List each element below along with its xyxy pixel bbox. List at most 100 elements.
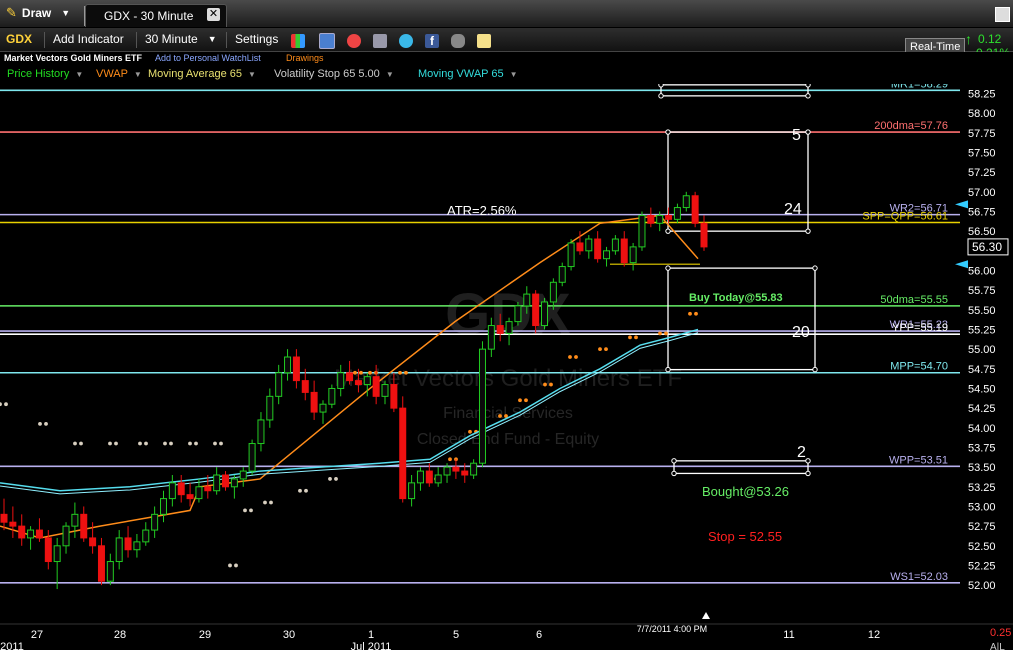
- box-24-annotation: 24: [784, 201, 802, 218]
- watermark: GDX Market Vectors Gold Miners ETF Finan…: [334, 282, 682, 448]
- box-handle[interactable]: [805, 129, 811, 135]
- box-handle[interactable]: [805, 458, 811, 464]
- box-handle[interactable]: [805, 470, 811, 477]
- box-handle[interactable]: [658, 84, 664, 88]
- stop-dot: [169, 441, 173, 446]
- symbol-input[interactable]: GDX: [6, 32, 32, 46]
- maximize-icon[interactable]: [995, 7, 1010, 22]
- candle: [168, 482, 176, 500]
- stop-dot: [228, 563, 232, 568]
- sticky-note-icon[interactable]: [477, 34, 491, 48]
- save-icon[interactable]: [319, 33, 335, 49]
- timeframe-select[interactable]: 30 Minute ▼: [145, 32, 217, 46]
- candle: [97, 545, 105, 582]
- stop-dot: [468, 429, 472, 434]
- box-handle[interactable]: [665, 366, 671, 373]
- close-icon[interactable]: ✕: [207, 8, 220, 21]
- stop-dot: [249, 508, 253, 513]
- stop-dot: [448, 457, 452, 462]
- box-handle[interactable]: [805, 228, 811, 234]
- candle: [381, 384, 389, 397]
- watermark-kind: Closed End Fund - Equity: [417, 431, 599, 448]
- price-chart[interactable]: GDX Market Vectors Gold Miners ETF Finan…: [0, 84, 1013, 650]
- candle: [532, 293, 540, 327]
- draw-menu[interactable]: ✎ Draw ▼: [6, 5, 70, 21]
- box-handle[interactable]: [658, 93, 664, 99]
- candle: [301, 380, 309, 393]
- chart-tab[interactable]: GDX - 30 Minute ✕: [85, 4, 227, 27]
- candle: [115, 537, 123, 563]
- candle: [133, 541, 141, 551]
- box-handle[interactable]: [812, 366, 818, 373]
- chevron-down-icon: ▼: [385, 70, 394, 79]
- candle: [159, 498, 167, 515]
- study-volatility-stop[interactable]: Volatility Stop 65 5.00 ▼: [274, 68, 394, 80]
- study-label: Price History: [7, 68, 70, 80]
- alarm-clock-icon[interactable]: [347, 34, 361, 48]
- y-tick-label: 54.75: [968, 364, 996, 376]
- copy-icon[interactable]: [373, 34, 387, 48]
- box-handle[interactable]: [665, 129, 671, 135]
- study-label: Moving VWAP 65: [418, 68, 504, 80]
- facebook-icon[interactable]: f: [425, 34, 439, 48]
- pencil-icon: ✎: [6, 5, 17, 20]
- level-label: 50dma=55.55: [880, 294, 948, 306]
- candle: [124, 537, 132, 551]
- candle: [673, 207, 681, 220]
- candle: [106, 561, 114, 582]
- stop-dot: [243, 508, 247, 513]
- candle: [80, 513, 88, 539]
- y-tick-label: 55.75: [968, 285, 996, 297]
- box-handle[interactable]: [665, 265, 671, 271]
- box-handle[interactable]: [671, 458, 677, 464]
- chevron-down-icon: ▼: [207, 34, 217, 44]
- study-vwap[interactable]: VWAP ▼: [96, 68, 142, 80]
- candle: [89, 537, 97, 547]
- study-price-history[interactable]: Price History ▼: [7, 68, 83, 80]
- twitter-icon[interactable]: [399, 34, 413, 48]
- binoculars-icon[interactable]: [451, 34, 465, 48]
- y-tick-label: 52.75: [968, 521, 996, 533]
- candle: [408, 482, 416, 500]
- cursor-time-label: 7/7/2011 4:00 PM: [637, 624, 707, 634]
- study-moving-average[interactable]: Moving Average 65 ▼: [148, 68, 256, 80]
- box-handle[interactable]: [812, 265, 818, 271]
- stop-dot: [163, 441, 167, 446]
- study-moving-vwap[interactable]: Moving VWAP 65 ▼: [418, 68, 518, 80]
- stop-dot: [194, 441, 198, 446]
- bar-chart-icon[interactable]: [291, 34, 305, 48]
- candle: [611, 238, 619, 252]
- y-tick-label: 57.25: [968, 167, 996, 179]
- stop-dot: [144, 441, 148, 446]
- candle: [177, 482, 185, 496]
- candle: [292, 356, 300, 382]
- stop-dot: [694, 311, 698, 316]
- stop-dot: [234, 563, 238, 568]
- y-tick-label: 55.00: [968, 344, 996, 356]
- box-handle[interactable]: [671, 470, 677, 477]
- y-tick-label: 52.00: [968, 580, 996, 592]
- candle: [656, 214, 664, 224]
- watermark-sector: Financial Services: [443, 405, 573, 422]
- watchlist-link[interactable]: Add to Personal WatchList: [155, 53, 261, 63]
- price-change: 0.12: [978, 32, 1002, 46]
- y-tick-label: 52.50: [968, 541, 996, 553]
- price-marker-icon: [955, 260, 968, 269]
- level-label: WS1=52.03: [890, 571, 948, 583]
- atr-annotation: ATR=2.56%: [447, 203, 517, 218]
- box-handle[interactable]: [665, 228, 671, 234]
- drawn-box[interactable]: [667, 267, 816, 371]
- axis-mode-icon[interactable]: A|L: [990, 642, 1005, 650]
- chevron-down-icon: ▼: [61, 8, 71, 18]
- add-indicator-button[interactable]: Add Indicator: [53, 32, 124, 46]
- y-tick-label: 53.75: [968, 442, 996, 454]
- candle: [35, 529, 43, 539]
- y-tick-label: 54.50: [968, 383, 996, 395]
- candle: [461, 470, 469, 476]
- box-handle[interactable]: [805, 84, 811, 88]
- drawings-link[interactable]: Drawings: [286, 53, 324, 63]
- box-handle[interactable]: [805, 93, 811, 99]
- candle: [443, 466, 451, 476]
- chevron-down-icon: ▼: [248, 70, 256, 79]
- settings-button[interactable]: Settings: [235, 32, 278, 46]
